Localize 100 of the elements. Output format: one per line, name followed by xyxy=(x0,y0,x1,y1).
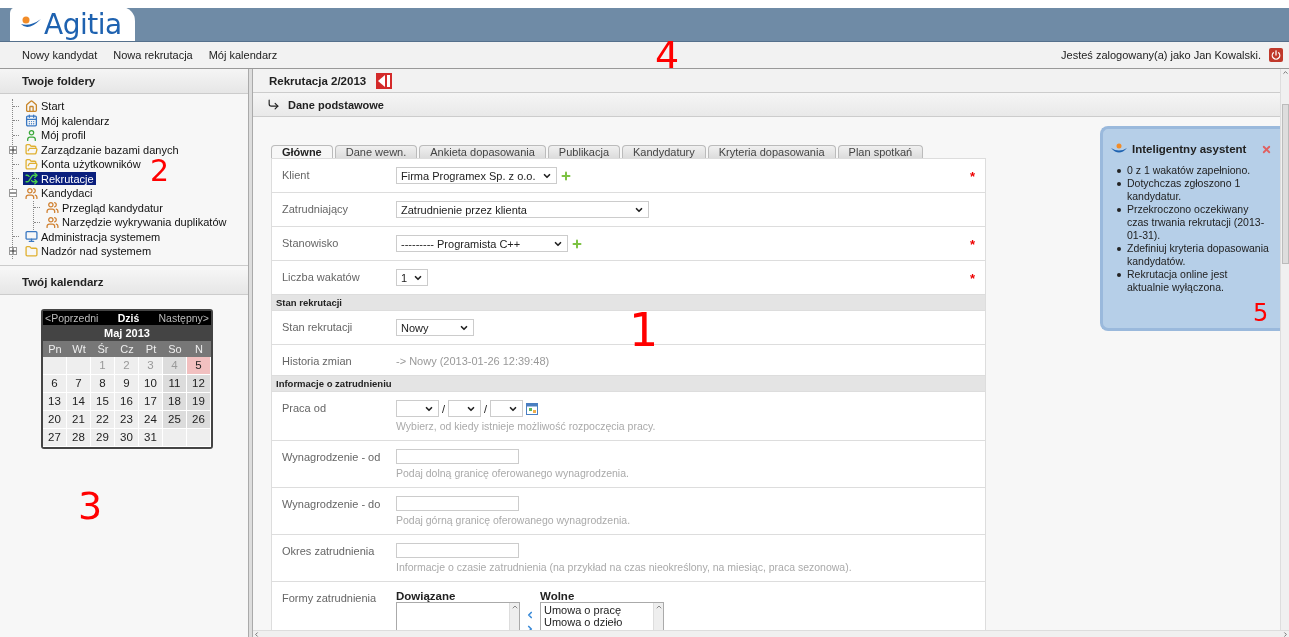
month-select[interactable] xyxy=(448,400,482,417)
day-cell[interactable]: 26 xyxy=(187,411,211,429)
tree-item[interactable]: Kandydaci xyxy=(23,186,95,200)
bullet-icon xyxy=(1117,247,1121,251)
scrollbar[interactable] xyxy=(253,630,1289,637)
tab[interactable]: Publikacja xyxy=(547,145,620,158)
tab[interactable]: Ankieta dopasowania xyxy=(419,145,546,158)
day-cell[interactable]: 8 xyxy=(91,375,115,393)
expand-icon[interactable] xyxy=(9,145,17,154)
tree-item[interactable]: Przegląd kandydatur xyxy=(44,201,165,215)
list-box[interactable]: Umowa o pracę Umowa o dzieło xyxy=(540,602,664,630)
day-cell[interactable]: 24 xyxy=(139,411,163,429)
tab[interactable]: Plan spotkań xyxy=(837,145,924,158)
day-cell[interactable]: 13 xyxy=(43,393,67,411)
day-cell[interactable]: 9 xyxy=(115,375,139,393)
field-label: Klient xyxy=(282,168,311,183)
month-title: Maj 2013 xyxy=(43,325,211,341)
day-cell[interactable]: 18 xyxy=(163,393,187,411)
day-cell[interactable]: 28 xyxy=(67,429,91,447)
day-cell[interactable]: 7 xyxy=(67,375,91,393)
list-option[interactable]: Umowa o pracę xyxy=(544,604,650,616)
day-cell[interactable]: 10 xyxy=(139,375,163,393)
day-cell[interactable]: 23 xyxy=(115,411,139,429)
field-label: Formy zatrudnienia xyxy=(282,591,378,606)
section-header: Stan rekrutacji xyxy=(272,295,985,311)
tree-item[interactable]: Start xyxy=(23,99,67,113)
day-cell[interactable]: 12 xyxy=(187,375,211,393)
collapse-icon[interactable] xyxy=(9,189,17,198)
tab[interactable]: Dane wewn. xyxy=(334,145,418,158)
day-cell[interactable]: 22 xyxy=(91,411,115,429)
day-cell[interactable]: 17 xyxy=(139,393,163,411)
input-field[interactable] xyxy=(396,496,519,511)
input-field[interactable] xyxy=(396,543,519,558)
menu-link[interactable]: Nowa rekrutacja xyxy=(105,49,201,61)
day-cell[interactable]: 29 xyxy=(91,429,115,447)
scroll-up-icon[interactable] xyxy=(1281,69,1289,76)
tree-item[interactable]: Konta użytkowników xyxy=(23,157,143,171)
tree-item[interactable]: Mój kalendarz xyxy=(23,114,112,128)
menu-link[interactable]: Nowy kandydat xyxy=(14,49,106,61)
year-select[interactable] xyxy=(490,400,524,417)
tree-item[interactable]: Narzędzie wykrywania duplikatów xyxy=(44,215,229,229)
day-cell[interactable]: 31 xyxy=(139,429,163,447)
home-icon xyxy=(25,99,38,113)
weekday-label: Cz xyxy=(115,341,139,357)
day-cell[interactable]: 27 xyxy=(43,429,67,447)
menu-link[interactable]: Mój kalendarz xyxy=(200,49,286,61)
day-cell[interactable]: 21 xyxy=(67,411,91,429)
day-cell[interactable]: 5 xyxy=(187,357,211,375)
day-cell[interactable]: 25 xyxy=(163,411,187,429)
expand-icon[interactable] xyxy=(9,247,17,256)
tree-item[interactable]: Zarządzanie bazami danych xyxy=(23,143,181,157)
tab[interactable]: Kryteria dopasowania xyxy=(707,145,836,158)
next-link[interactable]: Następny> xyxy=(158,312,209,324)
scroll-up-icon[interactable] xyxy=(510,603,519,611)
day-cell[interactable]: 15 xyxy=(91,393,115,411)
calendar-icon xyxy=(25,114,38,128)
folder-icon xyxy=(25,157,38,171)
scroll-left-icon[interactable] xyxy=(253,630,260,637)
select-field[interactable]: Firma Programex Sp. z o.o. xyxy=(396,167,557,184)
day-cell[interactable]: 30 xyxy=(115,429,139,447)
move-left-icon[interactable] xyxy=(525,610,535,620)
power-button[interactable] xyxy=(1269,48,1283,62)
day-select[interactable] xyxy=(396,400,439,417)
tab[interactable]: Kandydatury xyxy=(622,145,706,158)
list-option[interactable]: Umowa o dzieło xyxy=(544,616,650,628)
close-button[interactable] xyxy=(1261,143,1272,155)
panel-header: Twój kalendarz xyxy=(0,270,248,295)
tree-item[interactable]: Nadzór nad systemem xyxy=(23,244,154,258)
day-cell[interactable]: 19 xyxy=(187,393,211,411)
tree-item[interactable]: Administracja systemem xyxy=(23,230,163,244)
help-text: Wybierz, od kiedy istnieje możliwość rozpoczęcia pracy. xyxy=(396,420,656,432)
logo-tab[interactable]: Agitia xyxy=(10,7,135,41)
assistant-message: Zdefiniuj kryteria dopasowania kandydatów. xyxy=(1127,242,1270,268)
select-field[interactable]: Nowy xyxy=(396,319,474,336)
scroll-right-icon[interactable] xyxy=(1282,630,1289,637)
input-field[interactable] xyxy=(396,449,519,464)
tree-item[interactable]: Rekrutacje xyxy=(23,172,96,186)
callout-number: 3 xyxy=(78,487,103,525)
select-field[interactable]: --------- Programista C++ xyxy=(396,235,568,252)
day-cell[interactable]: 11 xyxy=(163,375,187,393)
select-field[interactable]: 1 xyxy=(396,269,429,286)
calendar-icon[interactable] xyxy=(526,402,539,415)
scrollbar-thumb[interactable] xyxy=(1281,104,1289,264)
today-link[interactable]: Dziś xyxy=(117,312,140,324)
add-icon[interactable] xyxy=(559,169,572,182)
day-cell[interactable]: 14 xyxy=(67,393,91,411)
scrollbar[interactable] xyxy=(1280,69,1289,630)
day-cell[interactable]: 20 xyxy=(43,411,67,429)
select-field[interactable]: Zatrudnienie przez klienta xyxy=(396,201,649,218)
prev-link[interactable]: <Poprzedni xyxy=(45,312,99,324)
help-text: Informacje o czasie zatrudnienia (na przykład na czas nieokreślony, na miesiąc, praca sezonowa). xyxy=(396,561,852,573)
assistant-message: Rekrutacja online jest aktualnie wyłączona. xyxy=(1127,268,1229,294)
day-cell[interactable]: 16 xyxy=(115,393,139,411)
day-cell[interactable]: 6 xyxy=(43,375,67,393)
tab[interactable]: Główne xyxy=(271,145,333,158)
field-label: Wynagrodzenie - od xyxy=(282,450,382,465)
field-label: Praca od xyxy=(282,401,328,416)
add-icon[interactable] xyxy=(571,237,583,250)
scroll-up-icon[interactable] xyxy=(654,603,663,611)
tree-item[interactable]: Mój profil xyxy=(23,128,88,142)
